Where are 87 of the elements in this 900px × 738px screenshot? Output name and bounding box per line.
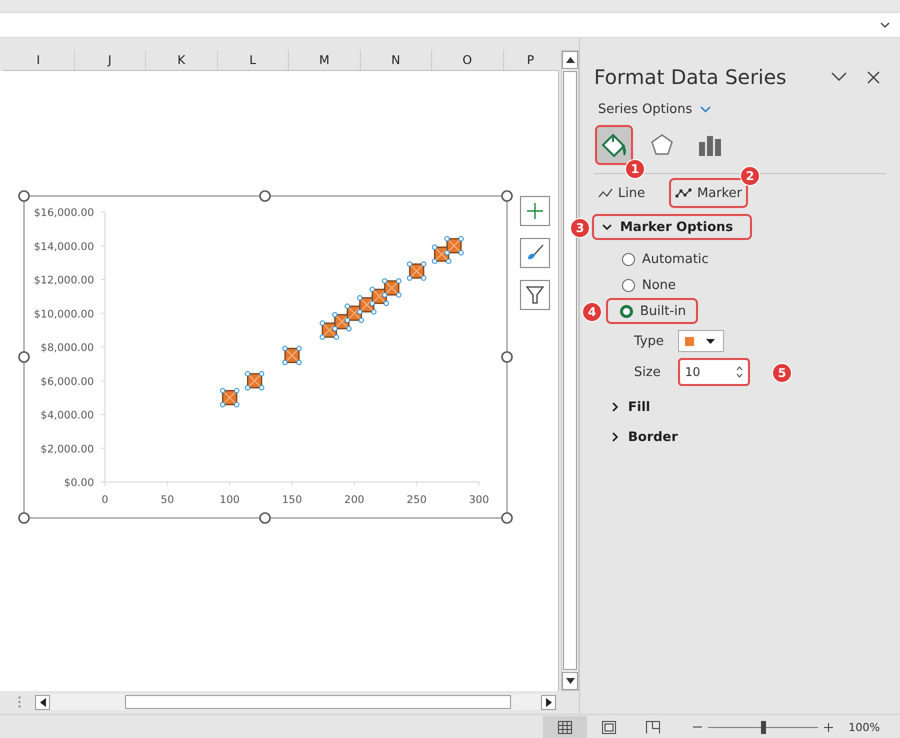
chart-area[interactable] [24,196,508,518]
chevron-down-icon[interactable] [880,22,890,28]
plus-icon [526,202,544,220]
section-header[interactable]: Border [602,426,686,448]
line-icon [598,188,613,198]
normal-view-button[interactable] [542,716,587,738]
scroll-right-icon[interactable] [541,694,556,710]
x-axis-label: 50 [160,494,174,506]
x-axis-label: 100 [220,494,240,506]
drag-handle-icon[interactable] [18,696,21,708]
size-spinner[interactable]: 10 [680,360,748,384]
horizontal-scrollbar[interactable] [35,694,556,710]
add-element-button[interactable] [520,196,550,226]
column-header[interactable]: O [432,50,504,70]
marker-type-dropdown[interactable] [678,330,724,352]
y-axis-label: $10,000.00 [34,308,94,320]
resize-handle[interactable] [18,512,30,524]
column-header[interactable]: M [289,50,360,70]
line-with-markers-icon [675,188,692,198]
line-tab[interactable]: Line [594,180,650,206]
x-axis-label: 0 [102,494,108,506]
callout-badge: 3 [570,218,590,238]
scroll-up-icon[interactable] [562,51,578,69]
chart-styles-button[interactable] [520,238,550,268]
data-point-marker[interactable] [444,236,464,256]
grid-icon [558,720,572,734]
pane-title: Format Data Series [594,65,788,89]
resize-handle[interactable] [18,351,30,363]
column-header[interactable]: N [360,50,432,70]
x-axis-label: 250 [406,494,427,506]
y-axis-label: $2,000.00 [40,443,94,456]
data-point-marker[interactable] [220,388,240,408]
y-axis-label: $14,000.00 [34,240,94,253]
chevron-down-icon [700,106,712,112]
page-icon [602,720,616,734]
section-header[interactable]: Fill [602,396,658,418]
chevron-down-icon[interactable] [831,72,847,82]
x-axis-label: 300 [468,494,490,506]
chevron-icon [610,432,620,442]
chart-filter-button[interactable] [520,280,550,310]
column-header[interactable]: L [218,50,289,70]
resize-handle[interactable] [259,512,271,524]
column-header[interactable]: P [504,50,558,70]
zoom-percent[interactable]: 100% [848,720,880,734]
scroll-down-icon[interactable] [562,672,578,690]
series-options-dropdown[interactable]: Series Options [594,99,716,119]
x-axis-label: 200 [344,494,364,506]
data-point-marker[interactable] [406,261,426,281]
scroll-thumb[interactable] [125,695,511,709]
chevron-icon [602,222,612,232]
y-axis-label: $4,000.00 [40,410,94,422]
callout-badge: 5 [772,363,792,383]
column-header[interactable]: I [3,50,74,70]
y-axis-label: $8,000.00 [40,342,94,354]
callout-badge: 4 [582,302,602,322]
funnel-icon [526,285,544,305]
column-header[interactable]: K [146,50,218,70]
y-axis-label: $12,000.00 [34,274,94,286]
column-header[interactable]: J [74,50,146,70]
page-break-icon [646,720,660,734]
data-point-marker[interactable] [282,346,302,366]
chevron-icon [610,402,620,412]
scroll-thumb[interactable] [563,71,577,670]
resize-handle[interactable] [501,512,513,524]
spin-arrows-icon[interactable] [736,365,743,379]
type-label: Type [634,334,664,348]
resize-handle[interactable] [18,190,30,202]
marker-options-section[interactable]: Marker Options [594,216,750,238]
callout-badge: 1 [625,159,645,179]
fill-tab[interactable] [597,127,631,163]
size-label: Size [634,364,662,380]
data-point-marker[interactable] [244,371,264,390]
x-axis-label: 150 [282,494,302,506]
y-axis-label: $6,000.00 [40,376,94,388]
zoom-in-icon[interactable] [824,722,833,732]
y-axis-label: $0.00 [64,477,94,489]
radio-option[interactable]: None [620,274,704,296]
close-icon[interactable] [867,70,880,84]
resize-handle[interactable] [501,351,513,363]
resize-handle[interactable] [501,190,513,202]
data-point-marker[interactable] [382,278,402,298]
scroll-left-icon[interactable] [35,694,50,710]
callout-badge: 2 [740,166,760,186]
resize-handle[interactable] [259,190,271,202]
y-axis-label: $16,000.00 [34,207,94,219]
dropdown-arrow-icon [706,338,715,344]
radio-option[interactable]: Built-in [608,300,696,322]
